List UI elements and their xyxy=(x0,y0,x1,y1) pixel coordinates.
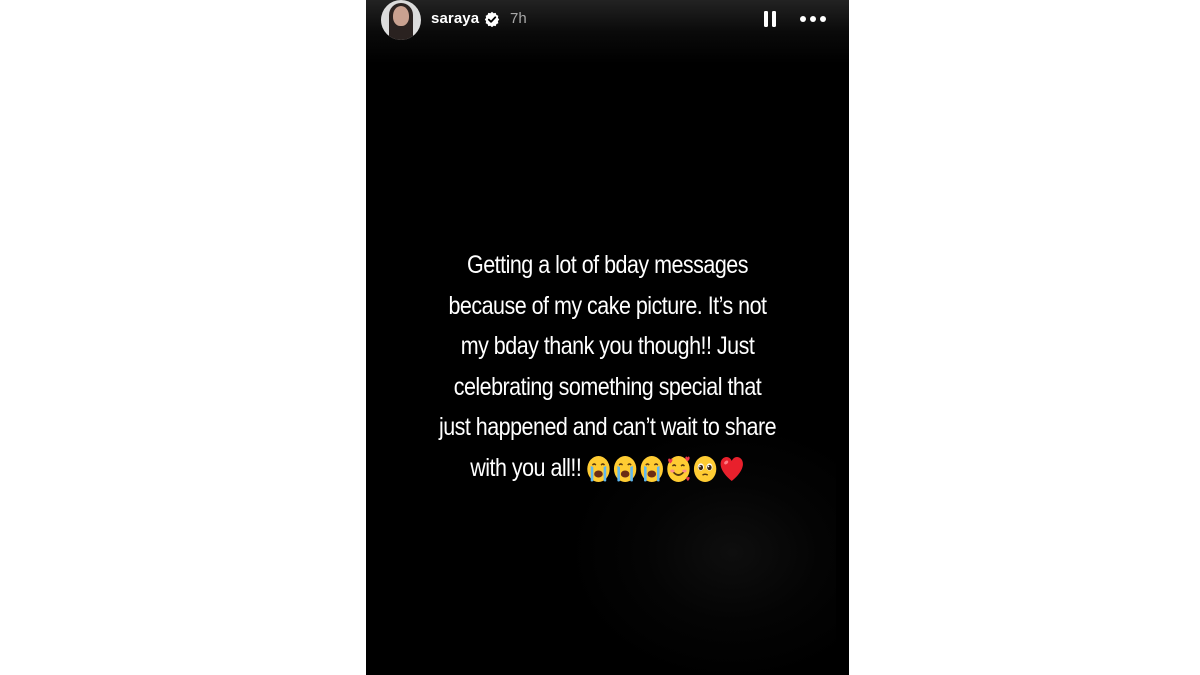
story-text-line: because of my cake picture. It’s not xyxy=(448,291,767,320)
verified-badge-icon xyxy=(484,11,500,27)
story-text-line: with you all!! xyxy=(470,453,582,482)
emoji-row xyxy=(585,449,745,490)
loudly-crying-face-icon xyxy=(614,455,637,482)
pause-icon[interactable] xyxy=(760,9,780,29)
timestamp: 7h xyxy=(510,10,527,27)
story-viewer[interactable]: saraya 7h Getting a lot of bday messages… xyxy=(366,0,849,675)
loudly-crying-face-icon xyxy=(587,455,610,482)
story-header: saraya 7h xyxy=(366,0,849,64)
story-text-line: my bday thank you though!! Just xyxy=(460,332,755,360)
story-text-last-line: with you all!! xyxy=(417,448,798,490)
username[interactable]: saraya xyxy=(431,10,479,27)
story-text-line: just happened and can’t wait to share xyxy=(438,413,777,441)
story-text-line: celebrating something special that xyxy=(453,372,762,401)
loudly-crying-face-icon xyxy=(640,455,664,482)
page: saraya 7h Getting a lot of bday messages… xyxy=(0,0,1200,675)
pleading-face-icon xyxy=(693,455,717,482)
more-options-icon[interactable] xyxy=(798,9,828,29)
avatar[interactable] xyxy=(381,0,421,40)
story-text-line: Getting a lot of bday messages xyxy=(467,251,748,279)
smiling-face-with-hearts-icon xyxy=(667,455,690,482)
avatar-face xyxy=(393,6,409,26)
story-text: Getting a lot of bday messages because o… xyxy=(417,245,798,489)
red-heart-icon xyxy=(720,456,744,481)
